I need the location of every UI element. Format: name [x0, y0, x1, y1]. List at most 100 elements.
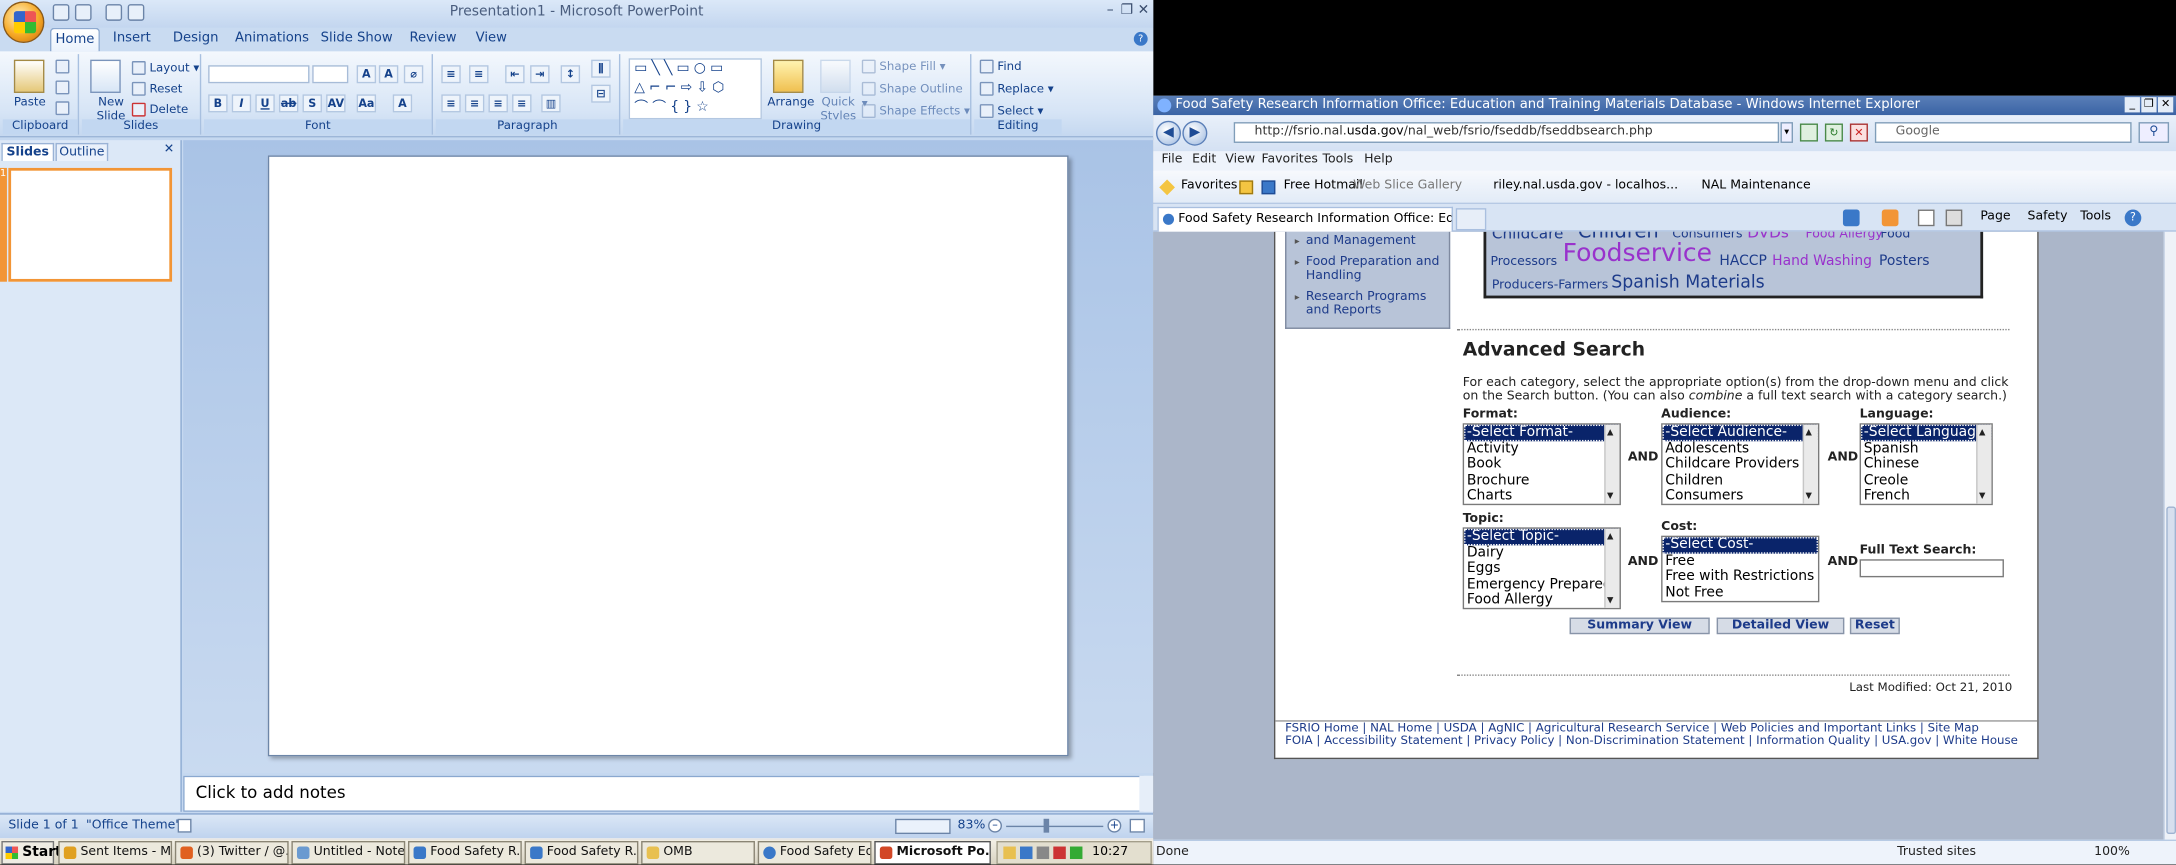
- view-buttons[interactable]: [895, 818, 951, 835]
- start-button[interactable]: Start: [1, 840, 62, 865]
- tab-insert[interactable]: Insert: [108, 28, 155, 52]
- topic-option[interactable]: Food Allergy: [1464, 593, 1619, 608]
- zoom-thumb[interactable]: [1043, 818, 1050, 833]
- shadow-icon[interactable]: S: [302, 94, 322, 113]
- align-text-icon[interactable]: ⊟: [591, 84, 611, 103]
- format-option[interactable]: Charts: [1464, 488, 1619, 503]
- cost-option[interactable]: Free: [1663, 553, 1818, 569]
- tools-menu[interactable]: Tools: [2080, 210, 2111, 224]
- decrease-indent-icon[interactable]: ⇤: [505, 65, 525, 84]
- search-input[interactable]: Google: [1874, 122, 2132, 143]
- copy-icon[interactable]: [55, 80, 70, 95]
- nav-link-management[interactable]: and Management: [1295, 235, 1445, 249]
- search-icon[interactable]: ⚲: [2138, 122, 2170, 143]
- fav-item-nal-maintenance[interactable]: NAL Maintenance: [1701, 171, 1810, 203]
- paste-icon[interactable]: [13, 59, 45, 93]
- notes-scrollbar[interactable]: [1139, 775, 1154, 812]
- language-option[interactable]: Creole: [1861, 473, 1991, 489]
- taskbar-item-sent-items[interactable]: Sent Items - Mi...: [58, 840, 173, 865]
- audience-scrollbar[interactable]: [1802, 424, 1818, 504]
- fav-item-web-slice[interactable]: Web Slice Gallery: [1353, 171, 1462, 203]
- topic-scrollbar[interactable]: [1604, 528, 1620, 608]
- tag-processors[interactable]: Processors: [1490, 251, 1557, 273]
- cost-option[interactable]: Not Free: [1663, 585, 1818, 601]
- format-option[interactable]: Brochure: [1464, 473, 1619, 489]
- cost-option[interactable]: -Select Cost-: [1662, 537, 1818, 554]
- tab-design[interactable]: Design: [169, 28, 222, 52]
- ie-restore-icon[interactable]: ❐: [2141, 97, 2157, 113]
- quick-styles-icon[interactable]: [820, 59, 851, 93]
- ie-tab-active[interactable]: Food Safety Research Information Office:…: [1157, 206, 1453, 232]
- font-name-combo[interactable]: [208, 65, 310, 84]
- detailed-view-button[interactable]: Detailed View: [1716, 617, 1845, 635]
- language-option[interactable]: French: [1861, 488, 1991, 503]
- close-pane-icon[interactable]: ✕: [164, 143, 174, 157]
- topic-listbox[interactable]: -Select Topic- Dairy Eggs Emergency Prep…: [1462, 527, 1621, 610]
- minimize-icon[interactable]: –: [1102, 3, 1119, 20]
- line-spacing-icon[interactable]: ↕: [560, 65, 581, 84]
- reset-button[interactable]: Reset: [131, 81, 182, 96]
- footer-line-2[interactable]: FOIA | Accessibility Statement | Privacy…: [1285, 735, 2034, 748]
- tag-spanish-materials[interactable]: Spanish Materials: [1611, 271, 1765, 293]
- tag-producers-farmers[interactable]: Producers-Farmers: [1492, 275, 1608, 297]
- scroll-thumb[interactable]: [2166, 506, 2176, 835]
- format-option[interactable]: Book: [1464, 457, 1619, 473]
- italic-icon[interactable]: I: [231, 94, 252, 113]
- audience-option[interactable]: -Select Audience-: [1662, 424, 1818, 441]
- bullets-icon[interactable]: ≡: [441, 65, 461, 84]
- menu-edit[interactable]: Edit: [1192, 151, 1216, 169]
- tab-animations[interactable]: Animations: [233, 28, 311, 52]
- slide-thumbnail[interactable]: [8, 167, 173, 282]
- justify-icon[interactable]: ≡: [512, 94, 532, 113]
- menu-tools[interactable]: Tools: [1323, 151, 1354, 169]
- back-icon[interactable]: ◀: [1156, 120, 1181, 146]
- clock[interactable]: 10:27 AM: [1092, 845, 1128, 864]
- change-case-icon[interactable]: Aa: [356, 94, 377, 113]
- tab-slide-show[interactable]: Slide Show: [319, 28, 394, 52]
- nav-link-research-programs[interactable]: Research Programs and Reports: [1295, 290, 1445, 318]
- zoom-slider[interactable]: [1006, 825, 1104, 828]
- language-option[interactable]: Chinese: [1861, 457, 1991, 473]
- arrange-icon[interactable]: [772, 59, 804, 93]
- safety-menu[interactable]: Safety: [2028, 210, 2068, 224]
- topic-option[interactable]: -Select Topic-: [1464, 528, 1620, 545]
- home-icon[interactable]: [1842, 209, 1860, 227]
- format-painter-icon[interactable]: [55, 101, 70, 116]
- topic-option[interactable]: Emergency Preparedn: [1464, 577, 1620, 593]
- language-option[interactable]: Spanish: [1861, 441, 1991, 457]
- taskbar-item-food-safety-ie[interactable]: Food Safety Ed...: [757, 840, 872, 865]
- align-right-icon[interactable]: ≡: [488, 94, 508, 113]
- language-scrollbar[interactable]: [1976, 424, 1992, 504]
- tray-icon[interactable]: [1003, 846, 1016, 860]
- tag-dvds[interactable]: DVDs: [1747, 232, 1789, 244]
- taskbar-item-omb[interactable]: OMB: [641, 840, 755, 865]
- menu-help[interactable]: Help: [1364, 151, 1392, 169]
- taskbar-item-food-safety-1[interactable]: Food Safety R...: [408, 840, 522, 865]
- close-icon[interactable]: ✕: [1135, 3, 1152, 20]
- fit-to-window-icon[interactable]: [1129, 818, 1145, 833]
- font-size-combo[interactable]: [312, 65, 349, 84]
- audience-option[interactable]: Adolescents: [1663, 441, 1818, 457]
- tab-slides[interactable]: Slides: [1, 142, 55, 161]
- font-color-icon[interactable]: A: [392, 94, 413, 113]
- page-menu[interactable]: Page: [1980, 210, 2010, 224]
- audience-option[interactable]: Children: [1663, 473, 1818, 489]
- redo-icon[interactable]: [105, 4, 123, 21]
- menu-file[interactable]: File: [1162, 151, 1183, 169]
- tag-foodservice[interactable]: Foodservice: [1563, 241, 1712, 266]
- audience-listbox[interactable]: -Select Audience- Adolescents Childcare …: [1661, 423, 1820, 506]
- ie-minimize-icon[interactable]: _: [2124, 97, 2140, 113]
- shrink-font-icon[interactable]: A: [378, 65, 399, 84]
- mail-icon[interactable]: [1917, 209, 1935, 227]
- tab-review[interactable]: Review: [405, 28, 461, 52]
- status-zoom[interactable]: 100%: [2094, 841, 2130, 865]
- help-icon[interactable]: ?: [1133, 31, 1148, 46]
- paste-button[interactable]: Paste: [14, 96, 46, 110]
- new-tab-button[interactable]: [1455, 208, 1487, 231]
- bold-icon[interactable]: B: [208, 94, 228, 113]
- office-button[interactable]: [2, 1, 45, 44]
- tab-home[interactable]: Home: [49, 27, 100, 52]
- favorites-button[interactable]: Favorites: [1181, 171, 1237, 203]
- align-center-icon[interactable]: ≡: [464, 94, 485, 113]
- slide[interactable]: [267, 155, 1069, 757]
